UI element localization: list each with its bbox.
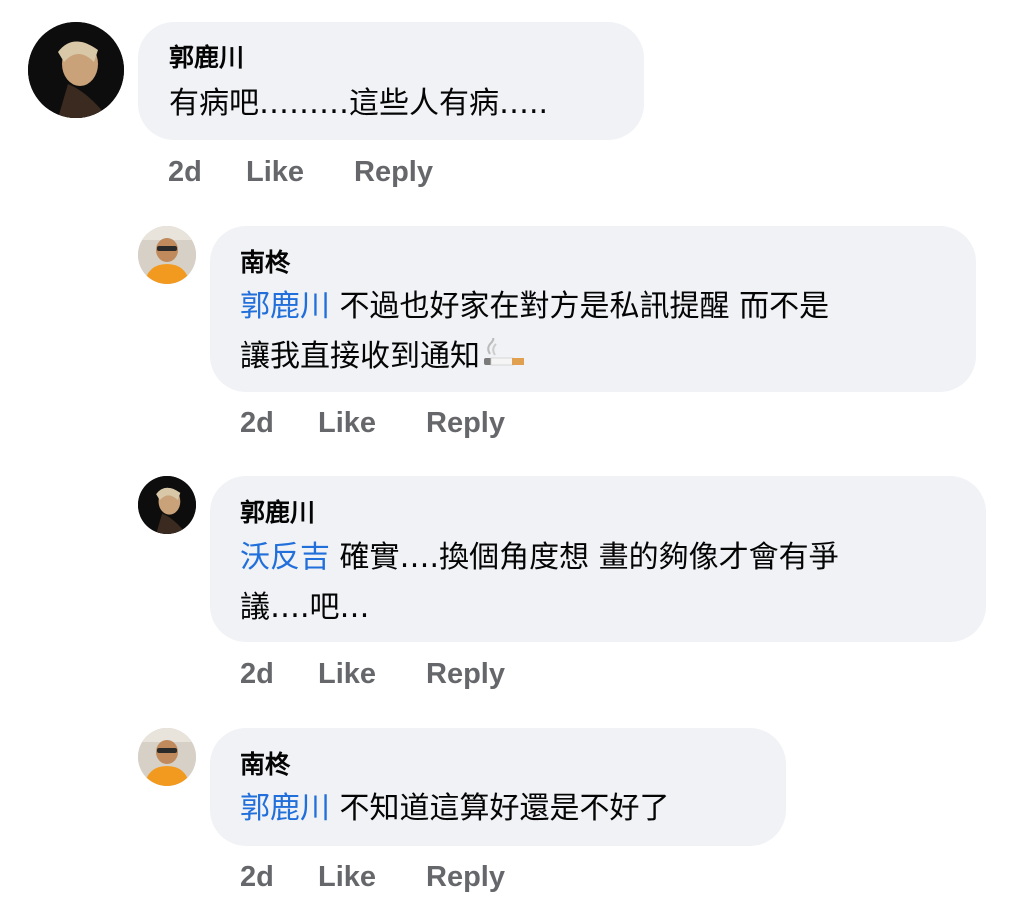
comment-timestamp[interactable]: 2d xyxy=(240,654,274,694)
comment-bubble: 南柊 郭鹿川 不過也好家在對方是私訊提醒 而不是 讓我直接收到通知 xyxy=(210,226,976,392)
like-button[interactable]: Like xyxy=(318,857,376,897)
comment-text-line: 讓我直接收到通知 xyxy=(240,339,480,374)
like-button[interactable]: Like xyxy=(246,152,304,192)
comment-author[interactable]: 南柊 xyxy=(240,247,290,279)
reply-button[interactable]: Reply xyxy=(354,152,433,192)
avatar[interactable] xyxy=(138,226,196,284)
like-button[interactable]: Like xyxy=(318,654,376,694)
comment-text: 沃反吉 確實….換個角度想 畫的夠像才會有爭 議….吧… xyxy=(240,533,970,633)
comment-author[interactable]: 郭鹿川 xyxy=(240,497,315,529)
comment-text-line: 確實….換個角度想 畫的夠像才會有爭 xyxy=(339,540,839,575)
comment-author[interactable]: 南柊 xyxy=(240,749,290,781)
reply-button[interactable]: Reply xyxy=(426,857,505,897)
profile-photo-icon xyxy=(138,476,196,534)
reply-button[interactable]: Reply xyxy=(426,403,505,443)
comment-author[interactable]: 郭鹿川 xyxy=(169,42,244,74)
comment-actions: 2d Like Reply xyxy=(240,403,640,443)
cigarette-emoji-icon xyxy=(482,335,526,386)
comment-text: 郭鹿川 不知道這算好還是不好了 xyxy=(240,784,670,834)
profile-photo-icon xyxy=(138,728,196,786)
comment-text-line: 不知道這算好還是不好了 xyxy=(339,791,670,826)
comment-timestamp[interactable]: 2d xyxy=(240,857,274,897)
avatar[interactable] xyxy=(28,22,124,118)
like-button[interactable]: Like xyxy=(318,403,376,443)
comment-text-line: 不過也好家在對方是私訊提醒 而不是 xyxy=(339,289,830,324)
comment-actions: 2d Like Reply xyxy=(168,152,568,192)
profile-photo-icon xyxy=(138,226,196,284)
comment-actions: 2d Like Reply xyxy=(240,857,640,897)
comment-bubble: 南柊 郭鹿川 不知道這算好還是不好了 xyxy=(210,728,786,846)
mention-link[interactable]: 郭鹿川 xyxy=(240,791,330,826)
comment-bubble: 郭鹿川 有病吧………這些人有病….. xyxy=(138,22,644,140)
reply-button[interactable]: Reply xyxy=(426,654,505,694)
comment-text-line: 議….吧… xyxy=(240,590,370,625)
avatar[interactable] xyxy=(138,476,196,534)
comment-text: 郭鹿川 不過也好家在對方是私訊提醒 而不是 讓我直接收到通知 xyxy=(240,282,960,386)
profile-photo-icon xyxy=(28,22,124,118)
comment-timestamp[interactable]: 2d xyxy=(168,152,202,192)
mention-link[interactable]: 郭鹿川 xyxy=(240,289,330,324)
comment-bubble: 郭鹿川 沃反吉 確實….換個角度想 畫的夠像才會有爭 議….吧… xyxy=(210,476,986,642)
mention-link[interactable]: 沃反吉 xyxy=(240,540,330,575)
comment-text: 有病吧………這些人有病….. xyxy=(169,86,549,121)
avatar[interactable] xyxy=(138,728,196,786)
comment-timestamp[interactable]: 2d xyxy=(240,403,274,443)
comment-actions: 2d Like Reply xyxy=(240,654,640,694)
comment-item: 郭鹿川 有病吧………這些人有病….. 2d Like Reply xyxy=(0,0,1024,200)
